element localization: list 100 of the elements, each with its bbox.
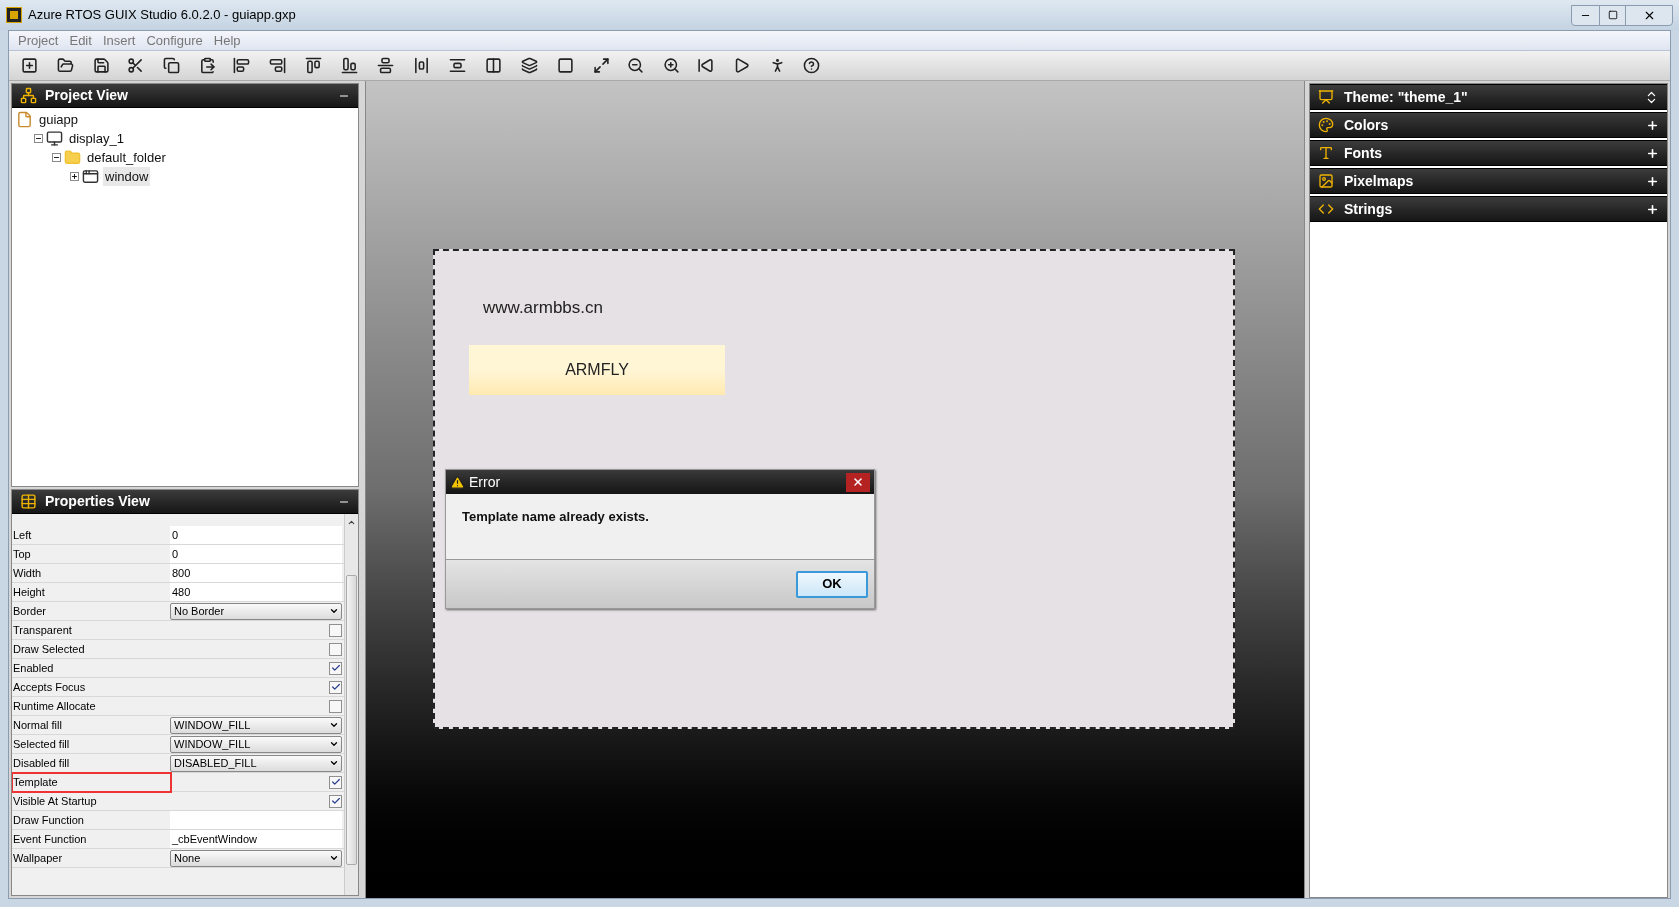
property-label: Selected fill — [13, 736, 70, 752]
property-label: Draw Selected — [13, 641, 85, 657]
property-label: Wallpaper — [13, 850, 63, 866]
expand-icon — [1646, 118, 1659, 132]
property-dropdown[interactable]: WINDOW_FILL — [170, 716, 342, 734]
property-label: Draw Function — [13, 812, 84, 828]
property-dropdown[interactable]: None — [170, 849, 342, 867]
collapse-icon[interactable] — [34, 134, 43, 143]
scrollbar[interactable] — [344, 514, 358, 895]
property-label: Event Function — [13, 831, 87, 847]
tree-item[interactable]: window — [103, 166, 151, 187]
property-input[interactable]: 480 — [170, 583, 342, 601]
property-label: Normal fill — [13, 717, 62, 733]
property-checkbox[interactable] — [329, 794, 342, 808]
section-header[interactable]: Pixelmaps — [1310, 168, 1667, 194]
menu-item[interactable]: Edit — [64, 30, 97, 51]
app-logo-icon — [6, 7, 22, 23]
align-top-icon[interactable] — [303, 55, 323, 76]
property-input[interactable]: 0 — [170, 545, 342, 563]
center-icon[interactable] — [375, 55, 395, 76]
property-checkbox[interactable] — [329, 623, 342, 637]
property-label: Runtime Allocate — [13, 698, 96, 714]
text-button[interactable]: ARMFLY — [469, 345, 725, 395]
close-button[interactable] — [846, 472, 870, 492]
caret-icon — [329, 853, 339, 863]
fonts-icon — [1318, 145, 1334, 161]
close-icon — [852, 476, 864, 488]
panel-title: Properties View — [45, 492, 150, 511]
maximize-icon — [1607, 10, 1618, 20]
collapse-icon[interactable] — [52, 153, 61, 162]
property-label: Template — [13, 773, 170, 791]
menu-item[interactable]: Help — [208, 30, 246, 51]
expand-icon — [1646, 174, 1659, 188]
align-right-icon[interactable] — [267, 55, 287, 76]
section-header[interactable]: Fonts — [1310, 140, 1667, 166]
project-icon — [16, 111, 33, 128]
hierarchy-icon — [20, 87, 37, 104]
save-icon[interactable] — [91, 55, 111, 76]
property-checkbox[interactable] — [329, 680, 342, 694]
menu-item[interactable]: Configure — [141, 30, 208, 51]
tree-item[interactable]: default_folder — [85, 147, 168, 168]
dialog-message: Template name already exists. — [462, 509, 649, 524]
section-header[interactable]: Colors — [1310, 112, 1667, 138]
property-checkbox[interactable] — [329, 775, 342, 789]
menu-item[interactable]: Project — [13, 30, 64, 51]
property-input[interactable]: 0 — [170, 526, 342, 544]
zoom-in-icon[interactable] — [661, 55, 681, 76]
copy-icon[interactable] — [161, 55, 181, 76]
ok-button[interactable]: OK — [796, 570, 868, 598]
grid-icon — [20, 493, 37, 510]
resize-icon[interactable] — [591, 55, 611, 76]
section-title: Theme: "theme_1" — [1344, 87, 1469, 107]
tree-item[interactable]: guiapp — [37, 109, 81, 130]
property-checkbox[interactable] — [329, 661, 342, 675]
property-input[interactable]: 800 — [170, 564, 342, 582]
property-label: Transparent — [13, 622, 72, 638]
display-icon — [46, 130, 63, 147]
help-icon[interactable] — [801, 55, 821, 76]
property-label: Disabled fill — [13, 755, 70, 771]
property-checkbox[interactable] — [329, 642, 342, 656]
property-label: Left — [13, 527, 32, 543]
folder-icon — [64, 149, 81, 166]
section-title: Pixelmaps — [1344, 171, 1415, 191]
property-label: Width — [13, 565, 42, 581]
columns-icon[interactable] — [483, 55, 503, 76]
scissors-icon[interactable] — [125, 55, 145, 76]
expand-icon — [1646, 146, 1659, 160]
strings-icon — [1318, 201, 1334, 217]
expand-icon — [1646, 202, 1659, 216]
property-dropdown[interactable]: DISABLED_FILL — [170, 754, 342, 772]
expand-icon[interactable] — [70, 172, 79, 181]
section-title: Strings — [1344, 199, 1394, 219]
property-label: Enabled — [13, 660, 54, 676]
property-label: Top — [13, 546, 31, 562]
section-header[interactable]: Theme: "theme_1" — [1310, 84, 1667, 110]
property-checkbox[interactable] — [329, 699, 342, 713]
new-icon[interactable] — [19, 55, 39, 76]
tree-item[interactable]: display_1 — [67, 128, 126, 149]
theme-icon — [1318, 89, 1334, 105]
section-title: Colors — [1344, 115, 1390, 135]
property-label: Border — [13, 603, 47, 619]
property-label: Height — [13, 584, 45, 600]
design-window[interactable]: www.armbbs.cn ARMFLY Error Template name already exists. OK — [433, 249, 1235, 729]
colors-icon — [1318, 117, 1334, 133]
prompt-text: www.armbbs.cn — [483, 297, 603, 319]
property-input[interactable] — [170, 811, 342, 829]
panel-title: Project View — [45, 86, 128, 105]
pixelmaps-icon — [1318, 173, 1334, 189]
section-header[interactable]: Strings — [1310, 196, 1667, 222]
scroll-up-icon[interactable] — [347, 518, 356, 527]
align-bottom-icon[interactable] — [339, 55, 359, 76]
property-dropdown[interactable]: WINDOW_FILL — [170, 735, 342, 753]
align-left-icon[interactable] — [231, 55, 251, 76]
zoom-out-icon[interactable] — [625, 55, 645, 76]
property-label: Visible At Startup — [13, 793, 97, 809]
property-label: Accepts Focus — [13, 679, 86, 695]
caret-icon — [329, 606, 339, 616]
menu-item[interactable]: Insert — [97, 30, 141, 51]
property-dropdown[interactable]: No Border — [170, 602, 342, 620]
property-input[interactable]: _cbEventWindow — [170, 830, 342, 848]
